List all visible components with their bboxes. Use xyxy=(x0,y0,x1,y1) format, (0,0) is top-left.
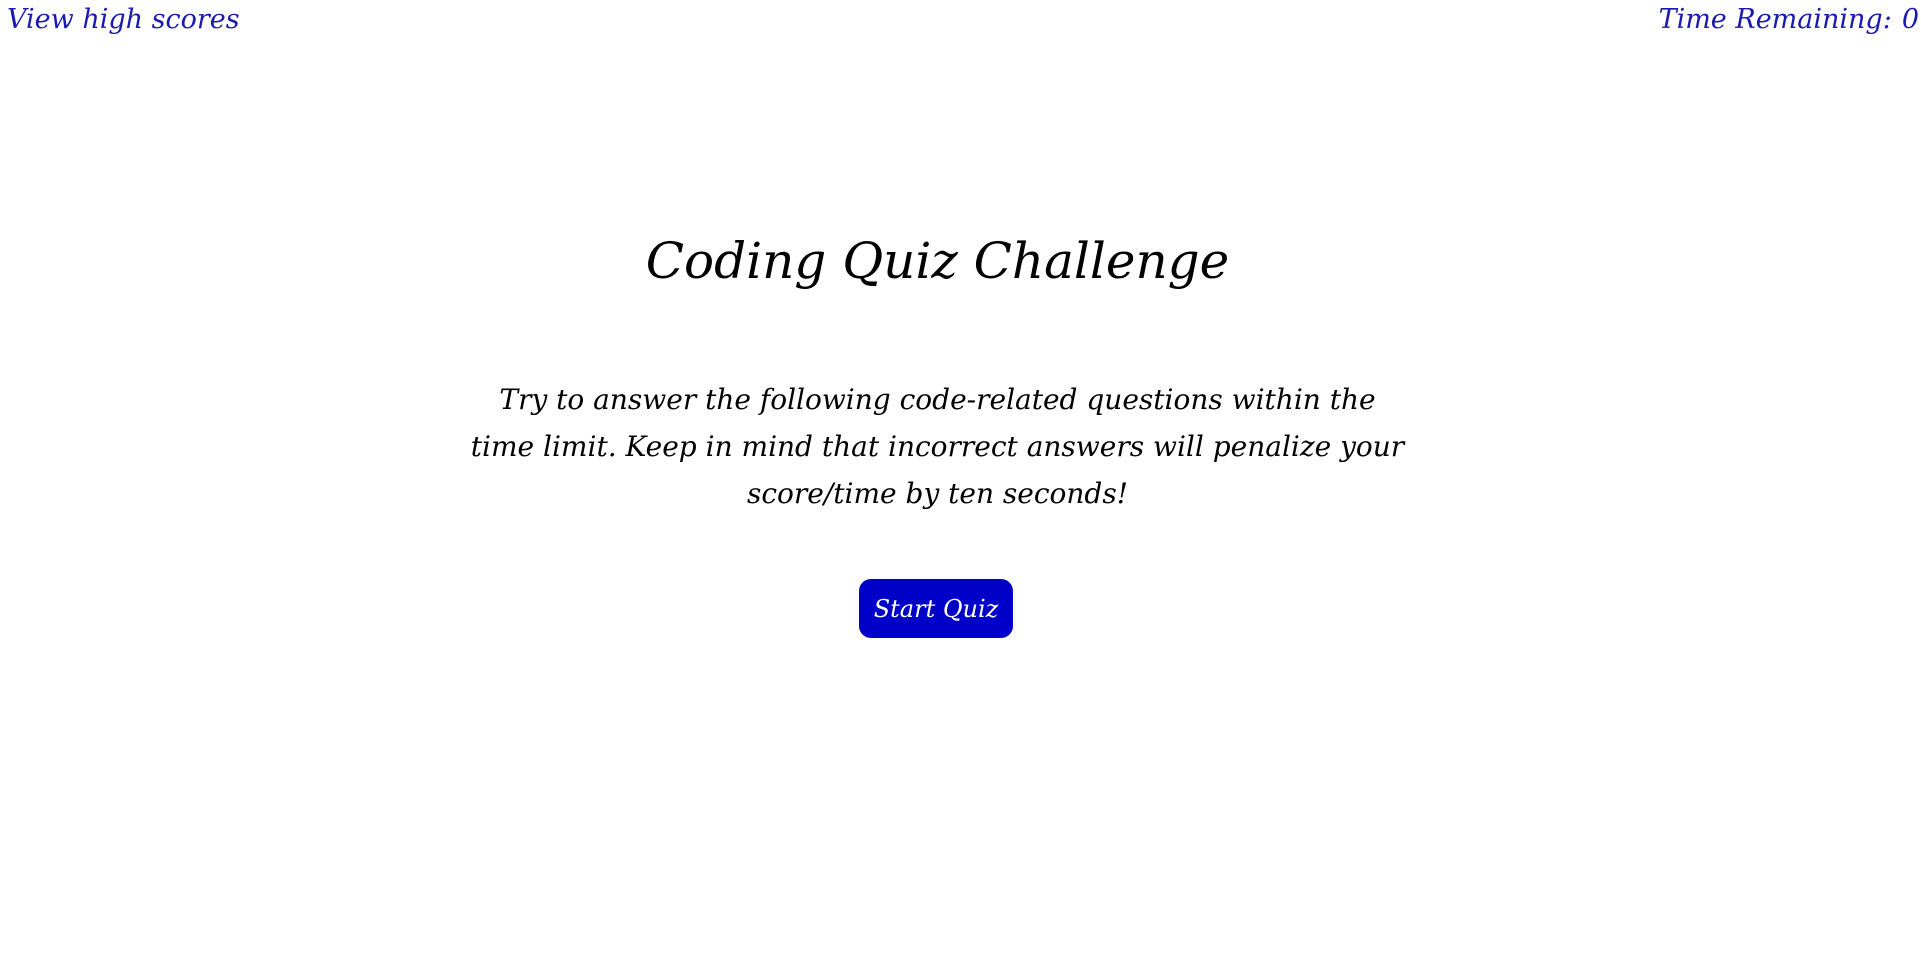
start-screen: Coding Quiz Challenge Try to answer the … xyxy=(0,0,1875,957)
start-quiz-button[interactable]: Start Quiz xyxy=(859,579,1013,638)
quiz-instructions: Try to answer the following code-related… xyxy=(470,383,1405,510)
timer-value: 0 xyxy=(1901,4,1919,35)
page-title: Coding Quiz Challenge xyxy=(645,232,1230,290)
